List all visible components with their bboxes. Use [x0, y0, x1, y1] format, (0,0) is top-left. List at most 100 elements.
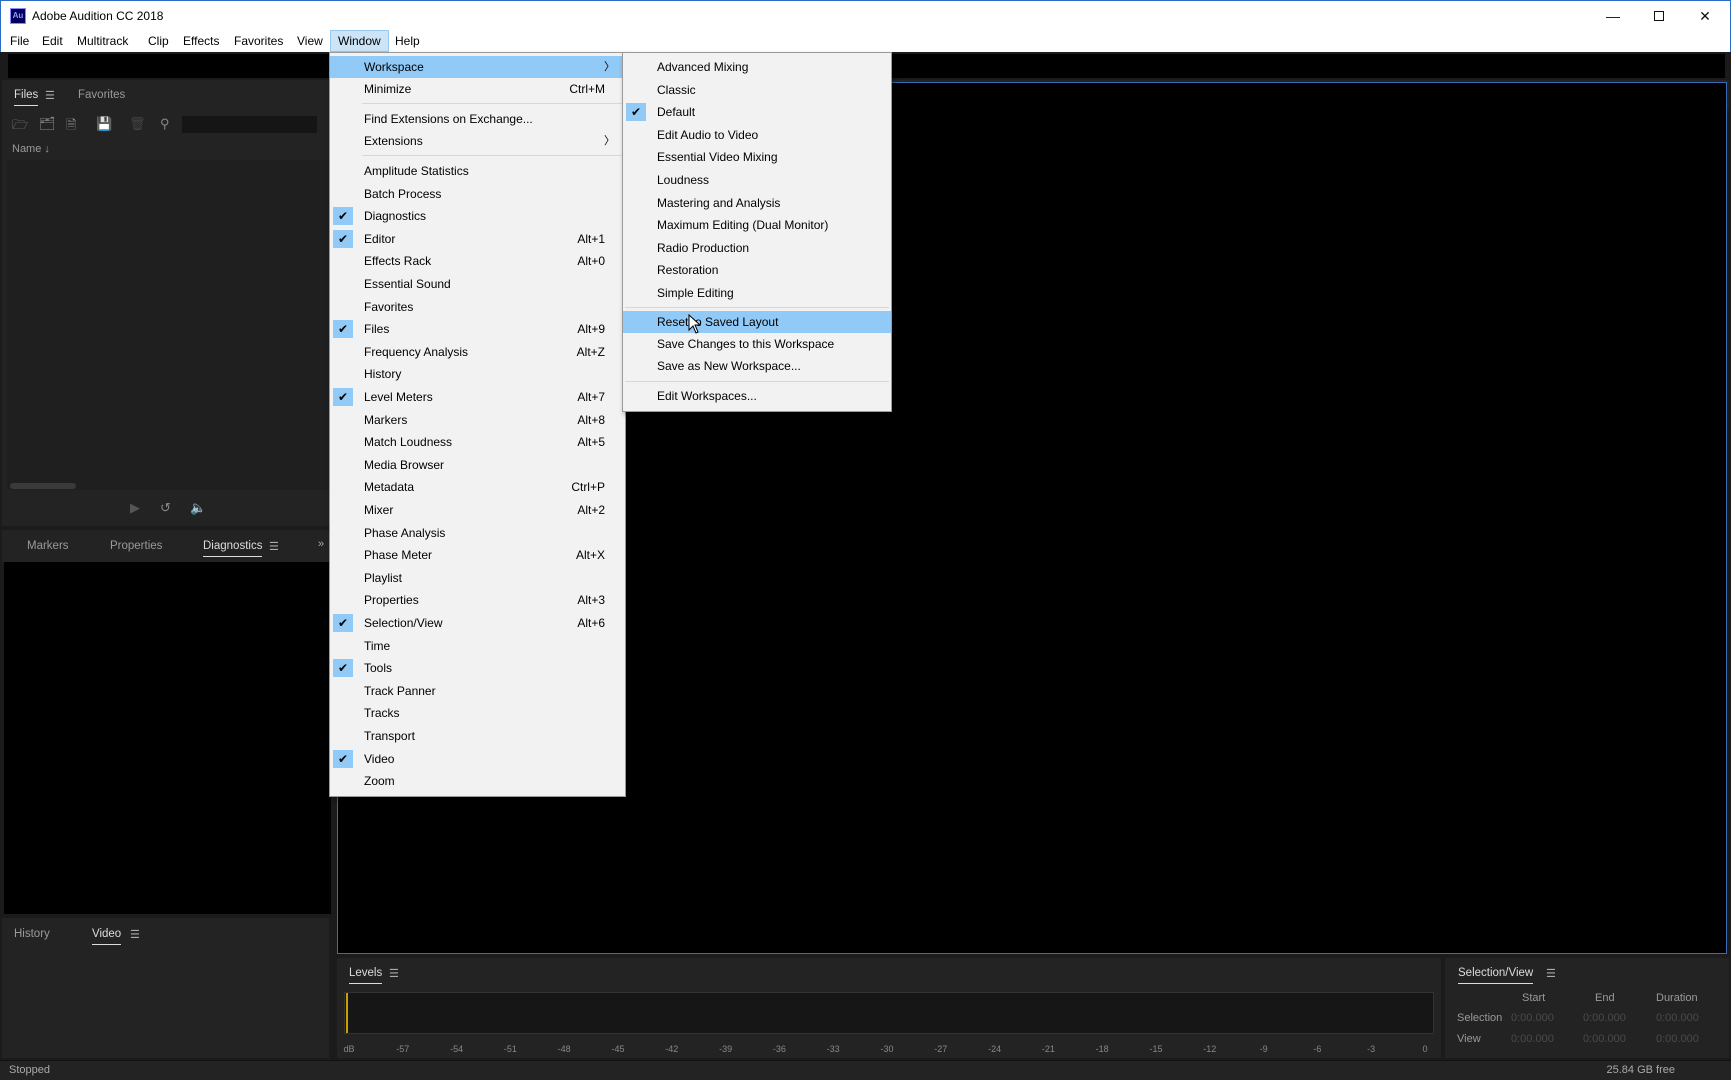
menu-item-editor[interactable]: ✔ Editor Alt+1: [330, 228, 625, 250]
tab-properties[interactable]: Properties: [110, 540, 162, 552]
menu-item-level-meters[interactable]: ✔ Level Meters Alt+7: [330, 386, 625, 408]
menu-item-tracks[interactable]: Tracks: [330, 702, 625, 724]
workspace-item-maximum-editing-dual-monitor-[interactable]: Maximum Editing (Dual Monitor): [623, 214, 891, 236]
menu-item-essential-sound[interactable]: Essential Sound: [330, 273, 625, 295]
menu-clip[interactable]: Clip: [141, 30, 176, 52]
view-duration-value[interactable]: 0:00.000: [1656, 1033, 1699, 1045]
loop-icon[interactable]: ↺: [160, 500, 171, 516]
menu-item-edit-workspaces[interactable]: Edit Workspaces...: [623, 385, 891, 407]
menu-item-time[interactable]: Time: [330, 635, 625, 657]
diagnostics-panel-menu-icon[interactable]: ☰: [269, 540, 279, 553]
menu-item-amplitude-statistics[interactable]: Amplitude Statistics: [330, 160, 625, 182]
maximize-window-button[interactable]: [1636, 1, 1682, 31]
files-list[interactable]: [7, 160, 329, 490]
menu-item-save-changes-workspace[interactable]: Save Changes to this Workspace: [623, 333, 891, 355]
menu-item-reset-saved-layout[interactable]: Reset to Saved Layout: [623, 311, 891, 333]
mouse-cursor-icon: [688, 314, 702, 334]
levels-panel-menu-icon[interactable]: ☰: [389, 967, 399, 980]
workspace-item-restoration[interactable]: Restoration: [623, 259, 891, 281]
menu-item-selection-view[interactable]: ✔ Selection/View Alt+6: [330, 612, 625, 634]
name-column-header[interactable]: Name ↓: [12, 143, 50, 155]
video-panel-menu-icon[interactable]: ☰: [130, 928, 140, 941]
menu-item-favorites[interactable]: Favorites: [330, 296, 625, 318]
menu-item-minimize[interactable]: Minimize Ctrl+M: [330, 78, 625, 100]
checkmark-icon: ✔: [333, 659, 353, 678]
workspace-item-edit-audio-to-video[interactable]: Edit Audio to Video: [623, 124, 891, 146]
workspace-item-default[interactable]: ✔ Default: [623, 101, 891, 123]
menu-item-markers[interactable]: Markers Alt+8: [330, 409, 625, 431]
tab-markers[interactable]: Markers: [27, 540, 69, 552]
workspace-item-simple-editing[interactable]: Simple Editing: [623, 282, 891, 304]
menu-item-workspace[interactable]: Workspace 〉: [330, 56, 625, 78]
play-icon[interactable]: ▶: [130, 500, 140, 516]
level-meter-tick-label: -57: [396, 1044, 410, 1054]
menu-item-find-extensions[interactable]: Find Extensions on Exchange...: [330, 108, 625, 130]
menu-item-batch-process[interactable]: Batch Process: [330, 183, 625, 205]
menu-item-label: Edit Audio to Video: [657, 127, 759, 142]
menu-item-playlist[interactable]: Playlist: [330, 567, 625, 589]
menu-item-metadata[interactable]: Metadata Ctrl+P: [330, 476, 625, 498]
menu-help[interactable]: Help: [388, 30, 427, 52]
menu-file[interactable]: File: [3, 30, 36, 52]
panel-overflow-icon[interactable]: »: [318, 538, 324, 550]
menu-item-phase-analysis[interactable]: Phase Analysis: [330, 522, 625, 544]
new-file-icon[interactable]: 🗎: [66, 116, 76, 138]
files-scrollbar[interactable]: [10, 483, 76, 489]
menu-item-mixer[interactable]: Mixer Alt+2: [330, 499, 625, 521]
menu-item-properties[interactable]: Properties Alt+3: [330, 589, 625, 611]
files-search-input[interactable]: [182, 116, 317, 133]
tab-files[interactable]: Files: [14, 89, 39, 106]
selection-view-menu-icon[interactable]: ☰: [1546, 967, 1556, 980]
menu-favorites[interactable]: Favorites: [227, 30, 290, 52]
end-header: End: [1595, 992, 1615, 1004]
menu-item-label: Track Panner: [364, 683, 436, 698]
menu-item-shortcut: Alt+2: [577, 503, 605, 517]
menu-item-tools[interactable]: ✔ Tools: [330, 657, 625, 679]
workspace-item-classic[interactable]: Classic: [623, 79, 891, 101]
menu-item-diagnostics[interactable]: ✔ Diagnostics: [330, 205, 625, 227]
close-window-button[interactable]: ✕: [1682, 1, 1728, 31]
delete-icon[interactable]: 🗑: [129, 116, 146, 132]
save-file-icon[interactable]: 💾: [96, 116, 112, 132]
menu-item-effects-rack[interactable]: Effects Rack Alt+0: [330, 250, 625, 272]
view-end-value[interactable]: 0:00.000: [1583, 1033, 1626, 1045]
menu-edit[interactable]: Edit: [35, 30, 70, 52]
workspace-item-radio-production[interactable]: Radio Production: [623, 237, 891, 259]
workspace-item-mastering-and-analysis[interactable]: Mastering and Analysis: [623, 192, 891, 214]
selection-end-value[interactable]: 0:00.000: [1583, 1012, 1626, 1024]
menu-item-phase-meter[interactable]: Phase Meter Alt+X: [330, 544, 625, 566]
tab-favorites[interactable]: Favorites: [78, 89, 125, 101]
menu-item-media-browser[interactable]: Media Browser: [330, 454, 625, 476]
tab-diagnostics[interactable]: Diagnostics: [203, 540, 263, 557]
tab-history[interactable]: History: [14, 928, 50, 940]
menu-multitrack[interactable]: Multitrack: [70, 30, 135, 52]
open-file-icon[interactable]: 🗁: [12, 116, 28, 138]
menu-item-label: Default: [657, 105, 696, 120]
minimize-window-button[interactable]: —: [1590, 1, 1636, 31]
selection-start-value[interactable]: 0:00.000: [1511, 1012, 1554, 1024]
menu-item-save-new-workspace[interactable]: Save as New Workspace...: [623, 355, 891, 377]
menu-window[interactable]: Window: [330, 30, 389, 52]
checkmark-icon: ✔: [333, 229, 353, 248]
menu-item-match-loudness[interactable]: Match Loudness Alt+5: [330, 431, 625, 453]
workspace-item-essential-video-mixing[interactable]: Essential Video Mixing: [623, 146, 891, 168]
selection-duration-value[interactable]: 0:00.000: [1656, 1012, 1699, 1024]
menu-item-frequency-analysis[interactable]: Frequency Analysis Alt+Z: [330, 341, 625, 363]
volume-icon[interactable]: 🔈: [190, 500, 206, 516]
menu-item-files[interactable]: ✔ Files Alt+9: [330, 318, 625, 340]
menu-item-transport[interactable]: Transport: [330, 725, 625, 747]
tab-video[interactable]: Video: [92, 928, 122, 945]
workspace-item-loudness[interactable]: Loudness: [623, 169, 891, 191]
menu-item-history[interactable]: History: [330, 363, 625, 385]
menu-item-zoom[interactable]: Zoom: [330, 770, 625, 792]
menu-effects[interactable]: Effects: [176, 30, 226, 52]
import-file-icon[interactable]: 🗂: [39, 116, 56, 132]
workspace-item-advanced-mixing[interactable]: Advanced Mixing: [623, 56, 891, 78]
view-row-label: View: [1457, 1033, 1481, 1045]
menu-view[interactable]: View: [290, 30, 330, 52]
menu-item-extensions[interactable]: Extensions 〉: [330, 130, 625, 152]
view-start-value[interactable]: 0:00.000: [1511, 1033, 1554, 1045]
menu-item-track-panner[interactable]: Track Panner: [330, 680, 625, 702]
files-panel-menu-icon[interactable]: ☰: [45, 89, 55, 102]
menu-item-video[interactable]: ✔ Video: [330, 748, 625, 770]
